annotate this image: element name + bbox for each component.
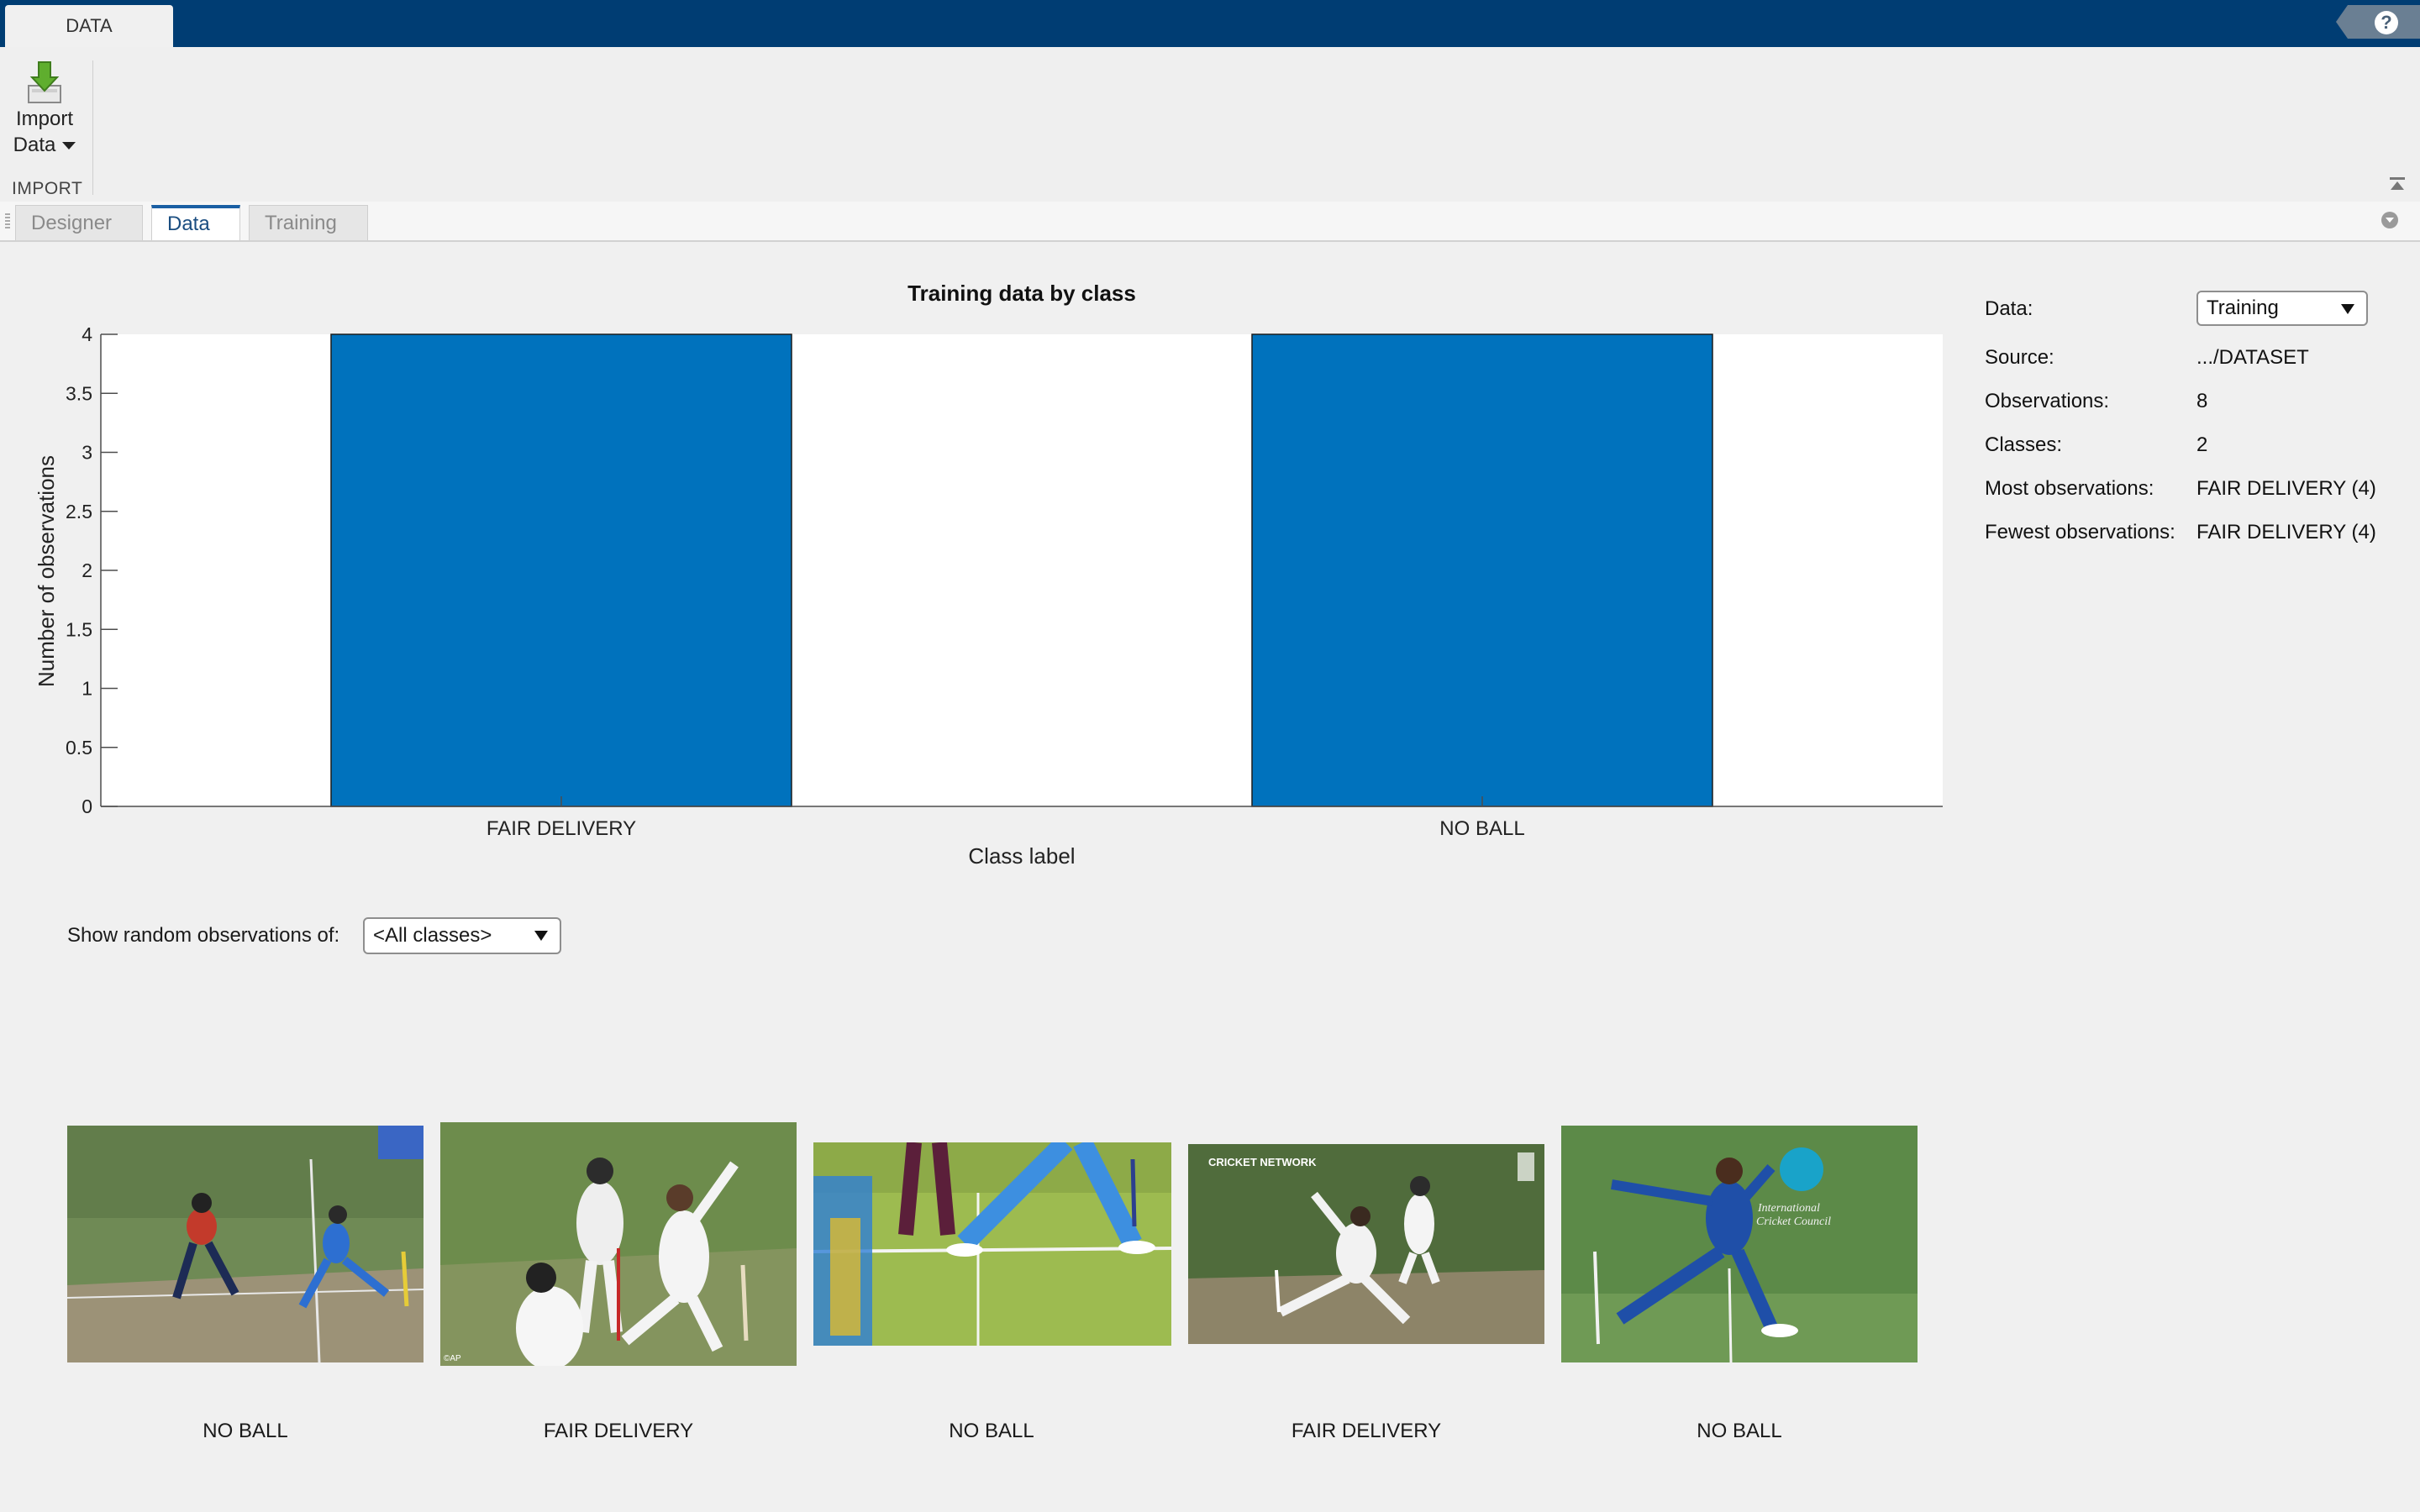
classes-label: Classes: bbox=[1985, 433, 2063, 456]
import-data-button[interactable]: Import Data bbox=[7, 60, 82, 178]
import-icon bbox=[28, 61, 61, 103]
observation-caption-3: NO BALL bbox=[949, 1420, 1034, 1442]
observation-caption-1: NO BALL bbox=[203, 1420, 288, 1442]
y-tick-label: 2 bbox=[82, 559, 92, 581]
observation-image-4: CRICKET NETWORK bbox=[1188, 1144, 1544, 1344]
help-button[interactable]: ? bbox=[2336, 5, 2420, 39]
bar-no-ball bbox=[1251, 333, 1713, 807]
ribbon: Import Data IMPORT bbox=[0, 47, 2420, 202]
source-label: Source: bbox=[1985, 346, 2054, 369]
help-icon: ? bbox=[2375, 11, 2398, 34]
cricket-photo: International Cricket Council bbox=[1561, 1126, 1918, 1362]
broadcaster-logo: CRICKET NETWORK bbox=[1208, 1156, 1317, 1168]
fewest-observations-value: FAIR DELIVERY (4) bbox=[2196, 521, 2376, 543]
observation-image-3 bbox=[813, 1142, 1171, 1346]
y-tick-label: 2.5 bbox=[66, 501, 92, 522]
chevron-down-icon bbox=[62, 142, 76, 150]
observation-image-5: International Cricket Council bbox=[1561, 1126, 1918, 1362]
source-value: .../DATASET bbox=[2196, 346, 2309, 369]
most-observations-label: Most observations: bbox=[1985, 477, 2154, 500]
y-tick-label: 1.5 bbox=[66, 618, 92, 640]
classes-value: 2 bbox=[2196, 433, 2208, 456]
y-tick-label: 3.5 bbox=[66, 382, 92, 404]
class-filter-dropdown[interactable]: <All classes> bbox=[363, 917, 561, 954]
observation-image-2: ©AP bbox=[440, 1122, 797, 1366]
data-label: Data: bbox=[1985, 297, 2033, 320]
cricket-photo bbox=[813, 1142, 1171, 1346]
tab-designer[interactable]: Designer bbox=[15, 205, 143, 240]
document-tab-bar: Designer Data Training bbox=[0, 202, 2420, 242]
cricket-photo: ©AP bbox=[440, 1122, 797, 1366]
class-filter-value: <All classes> bbox=[373, 924, 492, 947]
icc-logo-line2: Cricket Council bbox=[1756, 1215, 1831, 1228]
random-observations-label: Show random observations of: bbox=[67, 924, 340, 947]
tabs-menu-icon[interactable] bbox=[2381, 212, 2398, 228]
y-tick-label: 4 bbox=[82, 323, 92, 345]
observation-caption-2: FAIR DELIVERY bbox=[543, 1420, 694, 1442]
observation-caption-5: NO BALL bbox=[1697, 1420, 1782, 1442]
x-tick-label: FAIR DELIVERY bbox=[487, 817, 636, 840]
cricket-photo: CRICKET NETWORK bbox=[1188, 1144, 1544, 1344]
tab-data[interactable]: Data bbox=[151, 205, 240, 240]
dropdown-arrow-icon bbox=[2341, 304, 2354, 314]
photo-credit: ©AP bbox=[444, 1354, 461, 1363]
tab-training[interactable]: Training bbox=[249, 205, 368, 240]
data-dropdown[interactable]: Training bbox=[2196, 291, 2368, 326]
y-axis-label: Number of observations bbox=[34, 455, 59, 687]
collapse-toolstrip-icon[interactable] bbox=[2388, 175, 2407, 193]
data-dropdown-value: Training bbox=[2207, 297, 2279, 319]
y-tick-label: 1 bbox=[82, 678, 92, 700]
toolstrip-tab-data[interactable]: DATA bbox=[5, 5, 173, 47]
y-tick-label: 0 bbox=[82, 795, 92, 817]
cricket-photo bbox=[67, 1126, 424, 1362]
observation-image-1 bbox=[67, 1126, 424, 1362]
bar-fair-delivery bbox=[330, 333, 792, 807]
y-tick-label: 0.5 bbox=[66, 737, 92, 759]
y-tick-label: 3 bbox=[82, 442, 92, 464]
bar-chart: Training data by class 0 0.5 1 1.5 2 2.5 3 3.5 4… bbox=[34, 281, 1943, 869]
import-label-line2: Data bbox=[13, 134, 56, 156]
chart-title: Training data by class bbox=[908, 281, 1136, 306]
import-label-line1: Import bbox=[15, 108, 73, 130]
fewest-observations-label: Fewest observations: bbox=[1985, 521, 2175, 543]
ribbon-divider bbox=[92, 60, 93, 195]
observations-value: 8 bbox=[2196, 390, 2208, 412]
dropdown-arrow-icon bbox=[534, 931, 548, 941]
observation-caption-4: FAIR DELIVERY bbox=[1291, 1420, 1442, 1442]
toolstrip-titlebar: DATA ? bbox=[0, 0, 2420, 47]
icc-logo-line1: International bbox=[1757, 1202, 1820, 1215]
section-label-import: IMPORT bbox=[12, 179, 83, 198]
grip-handle-icon[interactable] bbox=[5, 213, 10, 230]
x-axis-label: Class label bbox=[968, 843, 1075, 869]
observations-label: Observations: bbox=[1985, 390, 2110, 412]
x-tick-label: NO BALL bbox=[1439, 817, 1524, 840]
most-observations-value: FAIR DELIVERY (4) bbox=[2196, 477, 2376, 500]
